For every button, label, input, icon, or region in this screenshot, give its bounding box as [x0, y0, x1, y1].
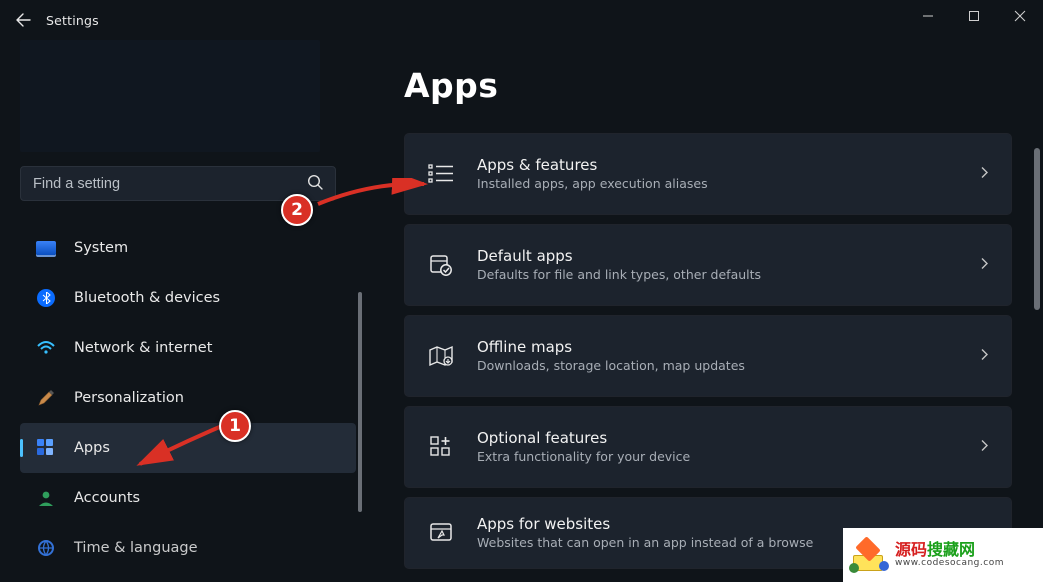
sidebar-scrollbar[interactable] — [358, 292, 362, 512]
sidebar-item-time-language[interactable]: Time & language — [20, 523, 356, 573]
cards-list: Apps & features Installed apps, app exec… — [404, 133, 1012, 569]
main-content: Apps Apps & features Installed apps, app… — [404, 66, 1043, 582]
card-title: Apps for websites — [477, 514, 813, 534]
card-text: Default apps Defaults for file and link … — [477, 246, 761, 283]
annotation-badge-2: 2 — [281, 194, 313, 226]
chevron-right-icon — [979, 438, 989, 457]
card-title: Default apps — [477, 246, 761, 266]
sidebar-item-label: Apps — [74, 440, 110, 456]
card-default-apps[interactable]: Default apps Defaults for file and link … — [404, 224, 1012, 306]
watermark-title: 源码搜藏网 — [895, 541, 1004, 559]
card-subtitle: Websites that can open in an app instead… — [477, 535, 813, 552]
page-title: Apps — [404, 66, 1043, 105]
maximize-button[interactable] — [951, 0, 997, 32]
sidebar-item-bluetooth[interactable]: Bluetooth & devices — [20, 273, 356, 323]
window-controls — [905, 0, 1043, 32]
card-apps-features[interactable]: Apps & features Installed apps, app exec… — [404, 133, 1012, 215]
sidebar-item-label: System — [74, 240, 128, 256]
chevron-right-icon — [979, 165, 989, 184]
default-apps-icon — [427, 251, 455, 279]
card-subtitle: Installed apps, app execution aliases — [477, 176, 708, 193]
card-subtitle: Extra functionality for your device — [477, 449, 690, 466]
back-button[interactable] — [0, 0, 46, 40]
card-subtitle: Downloads, storage location, map updates — [477, 358, 745, 375]
sidebar-item-label: Personalization — [74, 390, 184, 406]
watermark: 源码搜藏网 www.codesocang.com — [843, 528, 1043, 582]
card-optional-features[interactable]: Optional features Extra functionality fo… — [404, 406, 1012, 488]
sidebar: System Bluetooth & devices Network & int… — [0, 40, 360, 582]
arrow-left-icon — [15, 12, 31, 28]
wifi-icon — [34, 336, 58, 360]
sidebar-item-system[interactable]: System — [20, 223, 356, 273]
watermark-url: www.codesocang.com — [895, 559, 1004, 569]
map-icon — [427, 342, 455, 370]
user-icon — [34, 486, 58, 510]
brush-icon — [34, 386, 58, 410]
profile-placeholder — [20, 40, 320, 152]
optional-features-icon — [427, 433, 455, 461]
apps-icon — [34, 436, 58, 460]
card-title: Apps & features — [477, 155, 708, 175]
globe-clock-icon — [34, 536, 58, 560]
card-text: Offline maps Downloads, storage location… — [477, 337, 745, 374]
bluetooth-icon — [34, 286, 58, 310]
chevron-right-icon — [979, 256, 989, 275]
monitor-icon — [34, 236, 58, 260]
card-text: Optional features Extra functionality fo… — [477, 428, 690, 465]
sidebar-item-network[interactable]: Network & internet — [20, 323, 356, 373]
card-text: Apps & features Installed apps, app exec… — [477, 155, 708, 192]
annotation-badge-1: 1 — [219, 410, 251, 442]
close-button[interactable] — [997, 0, 1043, 32]
card-title: Offline maps — [477, 337, 745, 357]
sidebar-item-label: Network & internet — [74, 340, 212, 356]
title-bar: Settings — [0, 0, 1043, 40]
nav-list: System Bluetooth & devices Network & int… — [20, 223, 356, 573]
chevron-right-icon — [979, 347, 989, 366]
sidebar-item-label: Accounts — [74, 490, 140, 506]
sidebar-item-label: Time & language — [74, 540, 198, 556]
main-scrollbar[interactable] — [1034, 148, 1040, 310]
sidebar-item-label: Bluetooth & devices — [74, 290, 220, 306]
watermark-logo-icon — [849, 535, 891, 575]
card-offline-maps[interactable]: Offline maps Downloads, storage location… — [404, 315, 1012, 397]
minimize-button[interactable] — [905, 0, 951, 32]
card-text: Apps for websites Websites that can open… — [477, 514, 813, 551]
card-subtitle: Defaults for file and link types, other … — [477, 267, 761, 284]
card-title: Optional features — [477, 428, 690, 448]
annotation-arrow-2 — [312, 178, 432, 212]
apps-websites-icon — [427, 519, 455, 547]
app-title: Settings — [46, 13, 99, 28]
